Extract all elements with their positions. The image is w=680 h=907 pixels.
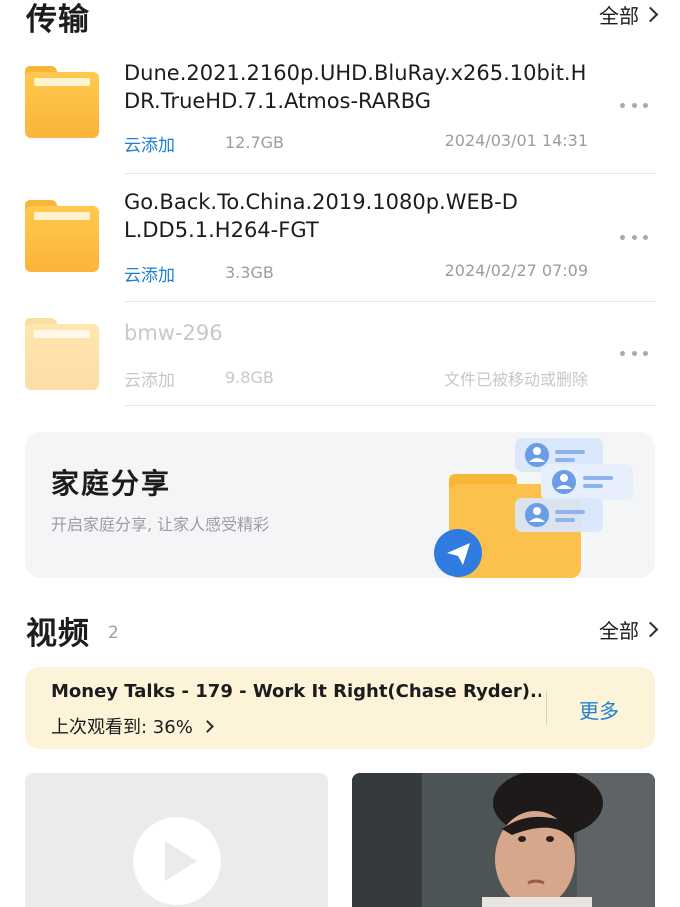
video-count: 2 [108, 623, 119, 643]
video-section-header: 视频 2 全部 [0, 606, 680, 656]
transfer-section-title: 传输 [26, 2, 90, 38]
file-name: Go.Back.To.China.2019.1080p.WEB-DL.DD5.1… [124, 190, 518, 242]
folder-icon [25, 66, 99, 138]
family-share-illustration [434, 438, 633, 578]
family-share-subtitle: 开启家庭分享, 让家人感受精彩 [51, 515, 270, 534]
video-see-all-link[interactable]: 全部 [599, 615, 659, 644]
resume-video-title: Money Talks - 179 - Work It Right(Chase … [51, 681, 541, 702]
file-source: 云添加 [124, 266, 175, 286]
transfer-see-all-label: 全部 [599, 4, 639, 28]
file-row[interactable]: Go.Back.To.China.2019.1080p.WEB-DL.DD5.1… [0, 186, 680, 302]
video-thumbnail[interactable] [25, 773, 328, 907]
video-thumbnail-image [352, 773, 655, 907]
file-source: 云添加 [124, 136, 175, 156]
file-name: bmw-296 [124, 321, 223, 345]
family-share-title: 家庭分享 [51, 467, 172, 500]
more-options-icon[interactable] [620, 101, 648, 109]
divider [124, 405, 656, 406]
more-options-icon[interactable] [620, 349, 648, 357]
more-button[interactable]: 更多 [579, 695, 619, 724]
file-source: 云添加 [124, 371, 175, 391]
divider [124, 301, 656, 302]
resume-progress[interactable]: 上次观看到: 36% [51, 713, 214, 739]
file-size: 12.7GB [225, 133, 284, 152]
folder-icon [25, 318, 99, 390]
folder-icon [25, 200, 99, 272]
chevron-right-icon [200, 719, 214, 733]
divider [124, 173, 656, 174]
file-size: 9.8GB [225, 368, 274, 387]
transfer-see-all-link[interactable]: 全部 [599, 0, 659, 29]
file-date: 2024/03/01 14:31 [444, 131, 588, 150]
file-name: Dune.2021.2160p.UHD.BluRay.x265.10bit.HD… [124, 61, 587, 113]
file-row[interactable]: Dune.2021.2160p.UHD.BluRay.x265.10bit.HD… [0, 56, 680, 174]
more-options-icon[interactable] [620, 233, 648, 241]
video-see-all-label: 全部 [599, 619, 639, 643]
file-date: 2024/02/27 07:09 [444, 261, 588, 280]
divider [546, 691, 547, 725]
play-icon [133, 817, 221, 905]
resume-progress-label: 上次观看到: 36% [51, 717, 193, 738]
file-status: 文件已被移动或删除 [443, 370, 588, 389]
file-size: 3.3GB [225, 263, 274, 282]
chevron-right-icon [642, 6, 659, 23]
resume-watching-bar[interactable]: Money Talks - 179 - Work It Right(Chase … [25, 667, 655, 749]
video-section-title: 视频 [26, 616, 90, 652]
family-share-card[interactable]: 家庭分享 开启家庭分享, 让家人感受精彩 [25, 432, 655, 578]
transfer-section-header: 传输 全部 [0, 0, 680, 38]
video-thumbnail[interactable] [352, 773, 655, 907]
chevron-right-icon [642, 621, 659, 638]
file-row[interactable]: bmw-296 云添加 9.8GB 文件已被移动或删除 [0, 312, 680, 406]
